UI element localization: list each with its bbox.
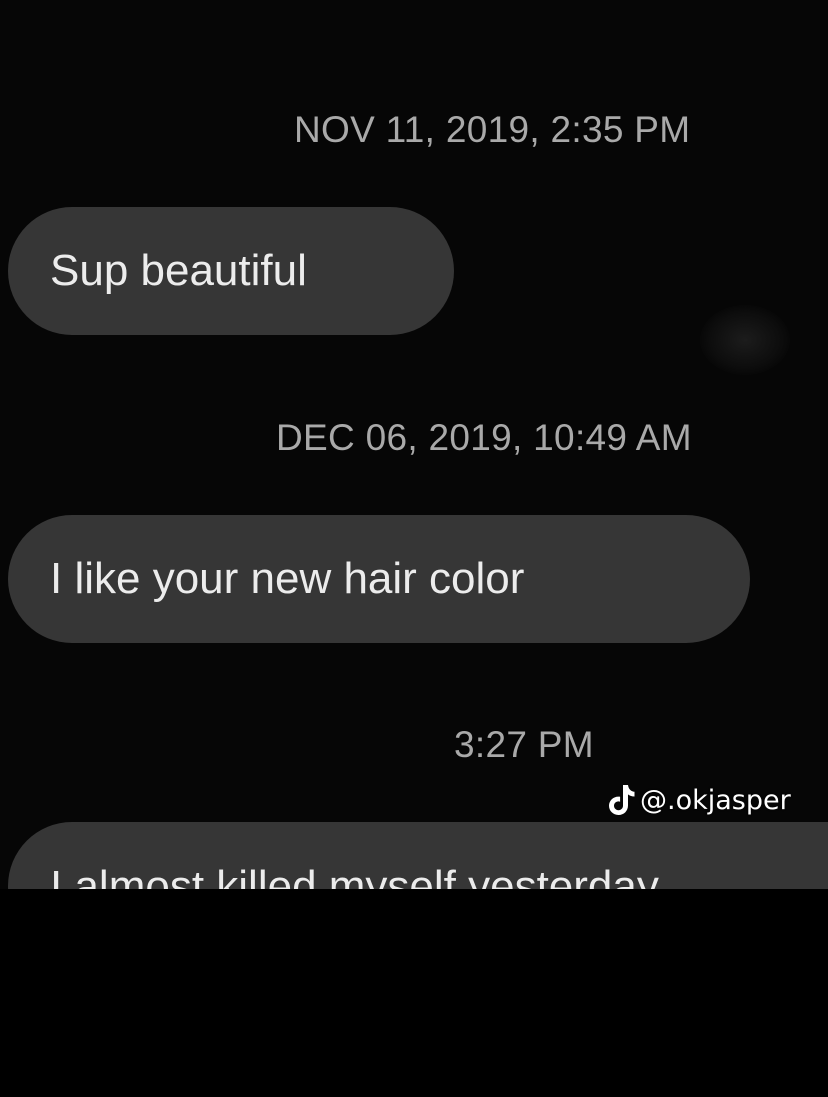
received-message-bubble[interactable]: I like your new hair color: [8, 515, 750, 643]
message-timestamp: NOV 11, 2019, 2:35 PM: [294, 109, 691, 150]
message-timestamp: DEC 06, 2019, 10:49 AM: [276, 417, 692, 458]
received-message-bubble[interactable]: I almost killed myself yesterday: [8, 822, 828, 889]
message-text: Sup beautiful: [50, 246, 307, 295]
tiktok-watermark: @.okjasper: [606, 782, 791, 818]
message-timestamp: 3:27 PM: [454, 724, 594, 765]
watermark-handle: @.okjasper: [640, 784, 791, 816]
conversation-screen: NOV 11, 2019, 2:35 PM Sup beautiful DEC …: [0, 0, 828, 889]
tiktok-logo-icon: [609, 785, 635, 815]
image-smudge: [700, 305, 790, 375]
message-text: I almost killed myself yesterday: [50, 862, 659, 890]
received-message-bubble[interactable]: Sup beautiful: [8, 207, 454, 335]
message-text: I like your new hair color: [50, 554, 525, 603]
